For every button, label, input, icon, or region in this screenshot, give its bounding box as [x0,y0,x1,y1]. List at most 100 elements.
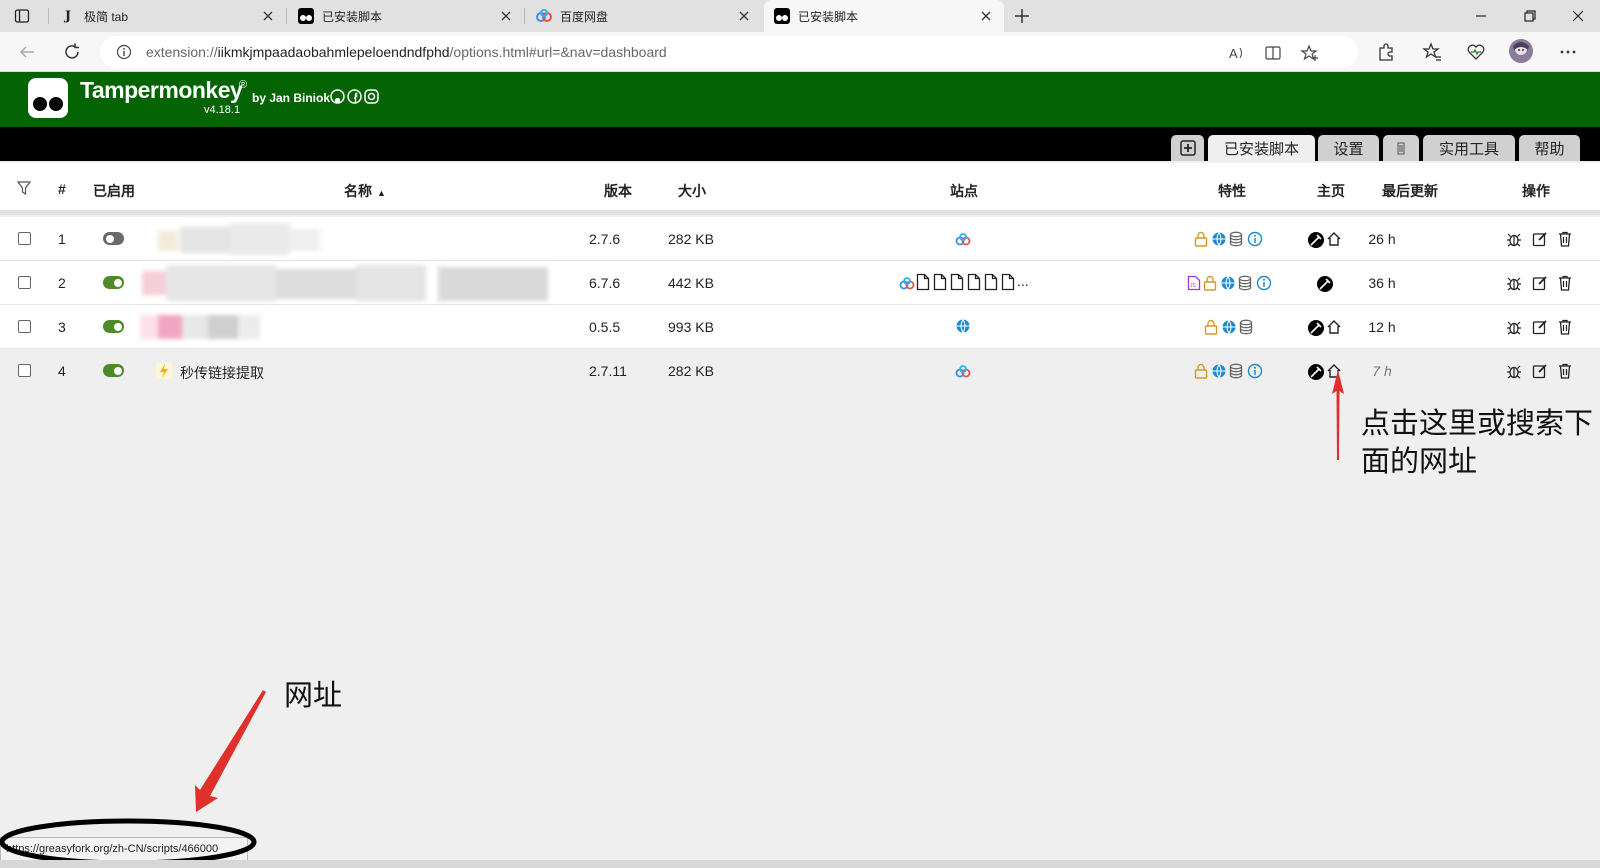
greasyfork-homepage-icon[interactable] [1307,319,1325,337]
delete-trash-icon[interactable] [1558,231,1572,247]
debug-bug-icon[interactable] [1506,275,1522,291]
script-name-redacted[interactable] [152,219,322,259]
window-close-icon[interactable] [1570,8,1586,24]
debug-bug-icon[interactable] [1506,363,1522,379]
tab-new-script[interactable] [1171,135,1204,161]
col-sites[interactable]: 站点 [950,181,978,201]
reader-view-icon[interactable] [1264,44,1282,62]
github-icon[interactable] [330,89,345,104]
col-enabled[interactable]: 已启用 [93,181,135,201]
more-menu-icon[interactable] [1558,42,1578,62]
col-features[interactable]: 特性 [1218,181,1246,201]
profile-avatar[interactable] [1508,38,1534,64]
filter-icon[interactable] [17,181,31,195]
storage-database-icon [1239,319,1253,335]
homepage-house-icon[interactable] [1326,319,1342,335]
close-tab-icon[interactable] [260,8,276,24]
browser-tab-2[interactable]: 已安装脚本 [288,0,524,32]
debug-bug-icon[interactable] [1506,319,1522,335]
col-name[interactable]: 名称 ▲ [344,181,386,201]
script-name-link[interactable]: 秒传链接提取 [180,363,264,383]
enable-toggle[interactable] [103,232,124,245]
browser-tab-strip: J 极简 tab 已安装脚本 百度网盘 已安装脚本 [0,0,1600,32]
row-checkbox[interactable] [18,276,31,289]
col-size[interactable]: 大小 [678,181,706,201]
tab-utilities[interactable]: 实用工具 [1423,135,1515,161]
storage-database-icon [1229,363,1243,379]
edit-icon[interactable] [1532,363,1548,379]
tab-settings[interactable]: 设置 [1318,135,1379,161]
site-info-icon[interactable] [116,44,132,60]
registered-mark: ® [239,79,248,91]
greasyfork-homepage-icon[interactable] [1316,275,1334,293]
version-label: v4.18.1 [204,104,241,116]
tab-help[interactable]: 帮助 [1519,135,1580,161]
enable-toggle[interactable] [103,364,124,377]
read-aloud-icon[interactable]: A [1228,44,1246,62]
tab-actions-icon[interactable] [14,8,30,24]
col-actions[interactable]: 操作 [1522,181,1550,201]
enable-toggle[interactable] [103,320,124,333]
browser-tab-1[interactable]: J 极简 tab [50,0,286,32]
col-homepage[interactable]: 主页 [1317,181,1345,201]
info-icon [1256,275,1272,291]
browser-essentials-icon[interactable] [1466,42,1486,62]
baidu-netdisk-icon [955,363,971,379]
browser-tab-4-active[interactable]: 已安装脚本 [764,0,1004,32]
taskbar-strip [0,860,1600,868]
script-size: 282 KB [668,231,714,247]
greasyfork-homepage-icon[interactable] [1307,363,1325,381]
web-request-globe-icon [1211,231,1227,247]
new-tab-icon[interactable] [1012,6,1032,26]
favorites-icon[interactable] [1422,42,1442,62]
edit-icon[interactable] [1532,319,1548,335]
row-checkbox[interactable] [18,232,31,245]
row-number: 4 [58,363,66,379]
tampermonkey-icon [298,8,314,24]
tab-installed-scripts[interactable]: 已安装脚本 [1208,135,1315,161]
script-name-redacted[interactable] [138,309,268,345]
minimize-icon[interactable] [1473,8,1489,24]
col-last-updated[interactable]: 最后更新 [1382,181,1438,201]
address-bar[interactable]: extension://iikmkjmpaadaobahmlepeloendnd… [100,36,1358,68]
edit-icon[interactable] [1532,231,1548,247]
back-arrow-icon[interactable] [18,43,36,61]
more-sites-ellipsis[interactable]: ... [1017,273,1029,289]
row-checkbox[interactable] [18,364,31,377]
row-number: 1 [58,231,66,247]
close-tab-icon[interactable] [498,8,514,24]
instagram-icon[interactable] [364,89,379,104]
table-row: 4 秒传链接提取 2.7.11 282 KB 7 h [0,349,1600,393]
script-name-redacted[interactable] [138,261,568,305]
web-request-globe-icon [1221,319,1237,335]
grant-lock-icon [1194,231,1208,247]
web-request-globe-icon [1211,363,1227,379]
delete-trash-icon[interactable] [1558,319,1572,335]
close-tab-icon[interactable] [978,8,994,24]
close-tab-icon[interactable] [736,8,752,24]
restore-icon[interactable] [1522,8,1538,24]
tab-trash[interactable] [1383,135,1419,161]
browser-tab-3[interactable]: 百度网盘 [526,0,762,32]
greasyfork-homepage-icon[interactable] [1307,231,1325,249]
author-credit[interactable]: by Jan Biniok [252,91,330,105]
debug-bug-icon[interactable] [1506,231,1522,247]
table-row: 1 2.7.6 282 KB 26 h [0,217,1600,261]
baidu-netdisk-icon [955,231,971,247]
edit-icon[interactable] [1532,275,1548,291]
add-favorite-icon[interactable] [1300,44,1320,62]
script-version: 2.7.6 [589,231,621,247]
facebook-icon[interactable] [347,89,362,104]
col-version[interactable]: 版本 [604,181,632,201]
col-num[interactable]: # [58,181,66,197]
delete-trash-icon[interactable] [1558,363,1572,379]
reload-icon[interactable] [62,42,82,62]
row-checkbox[interactable] [18,320,31,333]
delete-trash-icon[interactable] [1558,275,1572,291]
extensions-icon[interactable] [1376,42,1396,62]
url-text[interactable]: extension://iikmkjmpaadaobahmlepeloendnd… [146,44,667,60]
homepage-house-icon[interactable] [1326,231,1342,247]
baidu-netdisk-icon [536,8,552,24]
enable-toggle[interactable] [103,276,124,289]
site-page-icon [1001,273,1015,291]
